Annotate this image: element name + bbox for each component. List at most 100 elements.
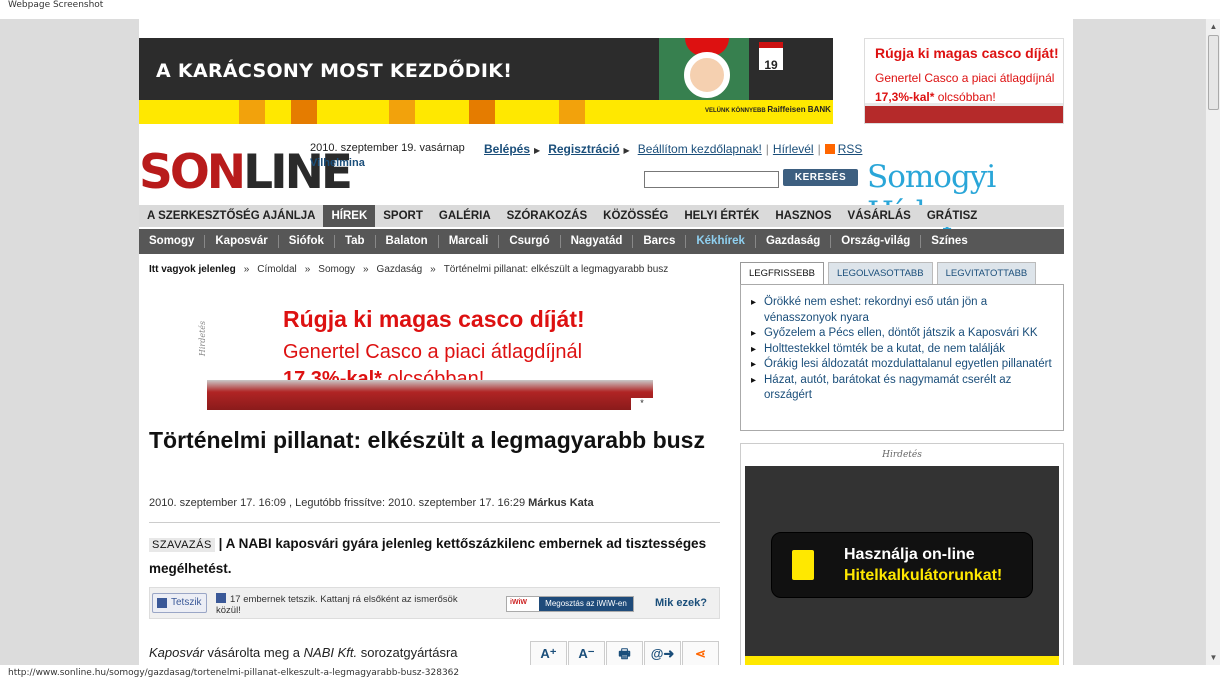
- page: A KARÁCSONY MOST KEZDŐDIK! 19 VELÜNK KÖN…: [139, 19, 1073, 665]
- subnav-item-kekhirek[interactable]: Kékhírek: [686, 235, 756, 248]
- subnav-item-marcali[interactable]: Marcali: [439, 235, 500, 248]
- ad-stripe: [745, 656, 1059, 665]
- article-dates: 2010. szeptember 17. 16:09 , Legutóbb fr…: [149, 497, 526, 509]
- subnav-item-barcs[interactable]: Barcs: [633, 235, 687, 248]
- rss-link[interactable]: RSS: [838, 142, 863, 156]
- article-meta: 2010. szeptember 17. 16:09 , Legutóbb fr…: [149, 497, 594, 509]
- article-tools: A⁺ A⁻ 🖶 @➜ ⋖: [530, 641, 720, 665]
- breadcrumb: Itt vagyok jelenleg» Címoldal» Somogy» Gazd…: [149, 264, 669, 275]
- ad-line-1: Használja on-line: [844, 546, 975, 563]
- iwiw-logo: iWiW: [510, 599, 528, 606]
- breadcrumb-item[interactable]: Címoldal: [257, 264, 296, 275]
- nameday: Vilhelmina: [310, 157, 365, 169]
- nav-item-hirek[interactable]: HÍREK: [323, 205, 376, 227]
- subnav-item-orszag-vilag[interactable]: Ország-világ: [831, 235, 922, 248]
- vote-tag[interactable]: SZAVAZÁS: [149, 538, 215, 552]
- main-nav: A SZERKESZTŐSÉG AJÁNLJA HÍREK SPORT GALÉ…: [139, 205, 1064, 227]
- browser-viewport: A KARÁCSONY MOST KEZDŐDIK! 19 VELÜNK KÖN…: [0, 19, 1205, 665]
- share-icon[interactable]: ⋖: [682, 641, 719, 665]
- news-link[interactable]: Örökké nem eshet: rekordnyi eső után jön…: [751, 295, 1053, 326]
- ad-label: Hirdetés: [198, 320, 208, 357]
- casco-banner-ad-small[interactable]: Rúgja ki magas casco díját! Genertel Cas…: [864, 38, 1064, 124]
- stadium-image: [207, 380, 653, 410]
- newsletter-link[interactable]: Hírlevél: [773, 142, 814, 156]
- calendar-icon: 19: [759, 42, 783, 72]
- scroll-up-icon[interactable]: ▲: [1207, 19, 1220, 34]
- nav-item-hasznos[interactable]: HASZNOS: [767, 205, 839, 227]
- facebook-like-button[interactable]: Tetszik: [152, 593, 207, 613]
- news-link[interactable]: Házat, autót, barátokat és nagymamát cse…: [751, 373, 1053, 404]
- iwiw-share-button[interactable]: iWiW Megosztás az iWiW-en: [506, 596, 634, 612]
- ad-line-2: Hitelkalkulátorunkat!: [844, 567, 1003, 584]
- facebook-icon: [216, 593, 226, 603]
- subnav-item-csurgo[interactable]: Csurgó: [499, 235, 561, 248]
- ad-label: Hirdetés: [882, 450, 922, 460]
- tab-legfrissebb[interactable]: LEGFRISSEBB: [740, 262, 824, 284]
- nav-item-sport[interactable]: SPORT: [375, 205, 431, 227]
- casco-banner-ad[interactable]: Rúgja ki magas casco díját! Genertel Cas…: [207, 296, 653, 410]
- news-link[interactable]: Győzelem a Pécs ellen, döntőt játszik a …: [751, 326, 1053, 342]
- news-tabs: LEGFRISSEBB LEGOLVASOTTABB LEGVITATOTTAB…: [740, 262, 1040, 284]
- right-ad-box: Hirdetés Használja on-line Hitelkalkulát…: [740, 443, 1064, 665]
- star-icon: *: [631, 398, 653, 410]
- font-increase-button[interactable]: A⁺: [530, 641, 567, 665]
- vertical-scrollbar[interactable]: ▲ ▼: [1205, 19, 1220, 665]
- screenshot-caption: Webpage Screenshot: [8, 0, 104, 10]
- news-link[interactable]: Holttestekkel tömték be a kutat, de nem …: [751, 342, 1053, 358]
- calculator-icon: [792, 550, 814, 580]
- casco-ad-headline: Rúgja ki magas casco díját!: [875, 45, 1059, 61]
- credit-calculator-ad[interactable]: Használja on-line Hitelkalkulátorunkat!: [745, 466, 1059, 665]
- nav-item-kozosseg[interactable]: KÖZÖSSÉG: [595, 205, 676, 227]
- divider: [149, 522, 720, 523]
- subnav-item-nagyatad[interactable]: Nagyatád: [561, 235, 634, 248]
- nav-item-galeria[interactable]: GALÉRIA: [431, 205, 499, 227]
- search-button[interactable]: KERESÉS: [783, 169, 858, 186]
- nav-item-gratisz[interactable]: GRÁTISZ: [919, 205, 985, 227]
- xmas-banner-ad[interactable]: A KARÁCSONY MOST KEZDŐDIK! 19 VELÜNK KÖN…: [139, 38, 833, 124]
- search-input[interactable]: [644, 171, 779, 188]
- subnav-item-tab[interactable]: Tab: [335, 235, 376, 248]
- breadcrumb-label: Itt vagyok jelenleg: [149, 264, 236, 275]
- article-lead: SZAVAZÁS | A NABI kaposvári gyára jelenl…: [149, 536, 707, 576]
- tab-legvitatottabb[interactable]: LEGVITATOTTABB: [936, 262, 1037, 284]
- subnav-item-szines[interactable]: Színes: [921, 235, 977, 248]
- email-icon[interactable]: @➜: [644, 641, 681, 665]
- scroll-down-icon[interactable]: ▼: [1207, 650, 1220, 665]
- credit-calculator-pill: Használja on-line Hitelkalkulátorunkat!: [771, 532, 1033, 598]
- header-links: Belépés ▶ Regisztráció ▶ Beállítom kezdőlapn…: [484, 142, 863, 156]
- article-author[interactable]: Márkus Kata: [528, 497, 593, 509]
- xmas-banner-text: A KARÁCSONY MOST KEZDŐDIK!: [156, 60, 513, 82]
- social-bar: Tetszik 17 embernek tetszik. Kattanj rá …: [149, 587, 720, 619]
- casco-ad-headline: Rúgja ki magas casco díját!: [283, 306, 585, 332]
- print-icon[interactable]: 🖶: [606, 641, 643, 665]
- subnav-item-balaton[interactable]: Balaton: [376, 235, 439, 248]
- set-homepage-link[interactable]: Beállítom kezdőlapnak!: [638, 142, 762, 156]
- breadcrumb-item[interactable]: Gazdaság: [377, 264, 423, 275]
- rss-icon: [824, 144, 835, 154]
- article-body: Kaposvár vásárolta meg a NABI Kft. soroz…: [149, 645, 458, 660]
- latest-news-box: Örökké nem eshet: rekordnyi eső után jön…: [740, 284, 1064, 431]
- subnav-item-somogy[interactable]: Somogy: [139, 235, 206, 248]
- subnav-item-kaposvar[interactable]: Kaposvár: [205, 235, 279, 248]
- nav-item-vasarlas[interactable]: VÁSÁRLÁS: [840, 205, 919, 227]
- arrow-right-icon: ▶: [623, 146, 630, 155]
- news-link[interactable]: Órákig lesi áldozatát mozdulattalanul eg…: [751, 357, 1053, 373]
- tab-legolvasottabb[interactable]: LEGOLVASOTTABB: [828, 262, 933, 284]
- subnav-item-siofok[interactable]: Siófok: [279, 235, 335, 248]
- what-are-these-link[interactable]: Mik ezek?: [655, 597, 707, 609]
- login-link[interactable]: Belépés: [484, 142, 530, 156]
- nav-item-szerkesztoseg[interactable]: A SZERKESZTŐSÉG AJÁNLJA: [139, 205, 323, 227]
- article-title: Történelmi pillanat: elkészült a legmagy…: [149, 427, 705, 453]
- facebook-like-text: 17 embernek tetszik. Kattanj rá elsőként…: [216, 593, 458, 616]
- arrow-right-icon: ▶: [534, 146, 541, 155]
- santa-face: [684, 52, 730, 98]
- casco-ad-offer: 17,3%-kal* olcsóbban!: [875, 90, 996, 104]
- sub-nav: Somogy Kaposvár Siófok Tab Balaton Marca…: [139, 229, 1064, 254]
- subnav-item-gazdasag[interactable]: Gazdaság: [756, 235, 832, 248]
- register-link[interactable]: Regisztráció: [548, 142, 619, 156]
- nav-item-helyi-ertek[interactable]: HELYI ÉRTÉK: [676, 205, 767, 227]
- scroll-thumb[interactable]: [1208, 35, 1219, 110]
- breadcrumb-item[interactable]: Somogy: [318, 264, 355, 275]
- nav-item-szorakozas[interactable]: SZÓRAKOZÁS: [499, 205, 596, 227]
- font-decrease-button[interactable]: A⁻: [568, 641, 605, 665]
